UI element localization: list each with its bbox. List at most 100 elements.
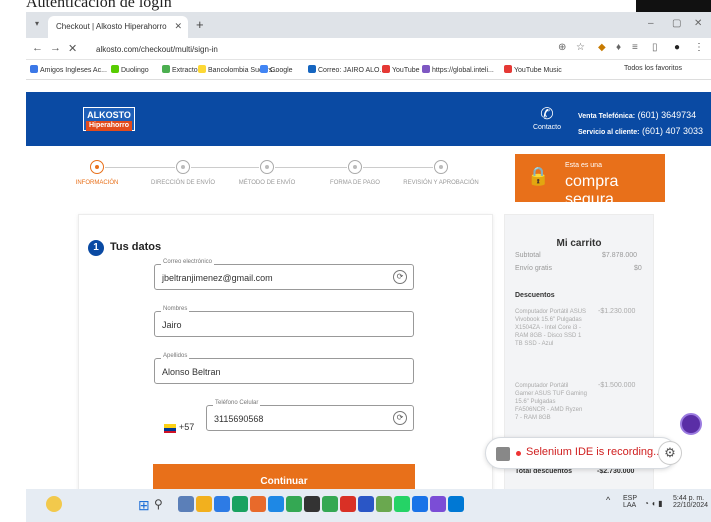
lastname-value: Alonso Beltran xyxy=(162,367,221,377)
section-title: Tus datos xyxy=(110,241,162,253)
address-bar: ← → ✕ alkosto.com/checkout/multi/sign-in… xyxy=(26,38,711,60)
checkout-step[interactable]: INFORMACIÓN xyxy=(52,160,142,186)
contact-link[interactable]: ✆ Contacto xyxy=(531,104,563,131)
maximize-icon[interactable]: ▢ xyxy=(672,18,681,29)
bookmark-item[interactable]: https://global.inteli... xyxy=(422,65,494,74)
lastname-label: Apellidos xyxy=(161,353,190,359)
windows-start-icon[interactable]: ⊞ xyxy=(138,497,150,514)
extension-fox-icon[interactable]: ◆ xyxy=(598,42,606,53)
step-label: MÉTODO DE ENVÍO xyxy=(238,180,296,186)
bookmark-star-icon[interactable]: ☆ xyxy=(576,42,585,53)
new-tab-icon[interactable]: + xyxy=(196,17,204,32)
taskbar-app-icon[interactable] xyxy=(322,496,338,512)
checkout-step[interactable]: REVISIÓN Y APROBACIÓN xyxy=(396,160,486,186)
bookmark-item[interactable]: Google xyxy=(260,65,293,74)
name-field[interactable]: Nombres Jairo xyxy=(154,306,414,337)
taskbar-app-icon[interactable] xyxy=(394,496,410,512)
bookmark-item[interactable]: Extracto xyxy=(162,65,198,74)
discount-item-desc: Computador Portátil ASUS Vivobook 15.6" … xyxy=(515,309,587,347)
alkosto-logo[interactable]: ALKOSTO Hiperahorro xyxy=(83,107,135,131)
menu-lines-icon[interactable]: ≡ xyxy=(632,42,638,53)
all-bookmarks-link[interactable]: Todos los favoritos xyxy=(624,65,682,72)
floating-assistant-icon[interactable] xyxy=(680,413,702,435)
taskbar-app-icon[interactable] xyxy=(178,496,194,512)
subtotal-value: $7.878.000 xyxy=(602,252,638,259)
clock-time: 5:44 p. m. xyxy=(673,495,705,502)
taskbar-app-icon[interactable] xyxy=(232,496,248,512)
selenium-recording-banner[interactable]: Selenium IDE is recording... xyxy=(485,437,677,469)
step-label: INFORMACIÓN xyxy=(75,180,119,186)
taskbar-app-icon[interactable] xyxy=(268,496,284,512)
step-dot-icon xyxy=(176,160,190,174)
back-icon[interactable]: ← xyxy=(32,42,43,54)
bookmark-item[interactable]: YouTube Music xyxy=(504,65,562,74)
name-label: Nombres xyxy=(161,306,190,312)
colombia-flag-icon[interactable] xyxy=(164,424,176,433)
search-icon[interactable]: ⚲ xyxy=(154,497,163,511)
refresh-icon[interactable]: ⟳ xyxy=(393,270,407,284)
bookmark-item[interactable]: Amigos Ingleses Ac... xyxy=(30,65,107,74)
taskbar-app-icon[interactable] xyxy=(358,496,374,512)
email-field[interactable]: Correo electrónico jbeltranjimenez@gmail… xyxy=(154,259,414,290)
translate-icon[interactable]: ⊕ xyxy=(558,42,566,53)
secure-purchase-banner: 🔒 Esta es una compra segura xyxy=(515,154,665,208)
taskbar-app-icon[interactable] xyxy=(250,496,266,512)
extensions-icon[interactable]: ♦ xyxy=(616,42,621,53)
forward-icon[interactable]: → xyxy=(50,42,61,54)
phone-field[interactable]: Teléfono Celular 3115690568 ⟳ xyxy=(206,400,414,431)
taskbar-app-icon[interactable] xyxy=(340,496,356,512)
bookmark-label: https://global.inteli... xyxy=(432,67,494,74)
taskbar-app-icon[interactable] xyxy=(286,496,302,512)
selenium-text: Selenium IDE is recording... xyxy=(526,446,663,458)
name-value: Jairo xyxy=(162,320,182,330)
taskbar-app-icon[interactable] xyxy=(376,496,392,512)
tab-checkout[interactable]: Checkout | Alkosto Hiperahorro ✕ xyxy=(48,16,188,38)
lastname-field[interactable]: Apellidos Alonso Beltran xyxy=(154,353,414,384)
bookmark-label: YouTube Music xyxy=(514,67,562,74)
refresh-icon[interactable]: ⟳ xyxy=(393,411,407,425)
tab-menu-icon[interactable]: ▾ xyxy=(31,18,43,30)
kebab-menu-icon[interactable]: ⋮ xyxy=(694,42,704,53)
bookmark-item[interactable]: Duolingo xyxy=(111,65,149,74)
caption-strip: Autenticación de login xyxy=(0,0,711,12)
taskbar-app-icon[interactable] xyxy=(430,496,446,512)
profile-icon[interactable]: ● xyxy=(674,42,680,53)
logo-main: ALKOSTO xyxy=(87,110,131,120)
url-field[interactable]: alkosto.com/checkout/multi/sign-in xyxy=(88,42,558,57)
minimize-icon[interactable]: – xyxy=(648,18,654,29)
network-volume-icon[interactable]: ◔ ◖ ▮ xyxy=(644,499,663,508)
taskbar-app-icon[interactable] xyxy=(448,496,464,512)
caption-text: Autenticación de login xyxy=(26,0,172,11)
phone-prefix[interactable]: +57 xyxy=(179,422,194,432)
language-indicator[interactable]: ESP LAA xyxy=(623,495,637,509)
bookmark-item[interactable]: Correo: JAIRO ALO... xyxy=(308,65,385,74)
close-tab-icon[interactable]: ✕ xyxy=(174,21,182,32)
step-dot-icon xyxy=(434,160,448,174)
lang-code: ESP xyxy=(623,495,638,502)
subtotal-label: Subtotal xyxy=(515,252,541,259)
gear-icon[interactable]: ⚙ xyxy=(658,441,682,465)
bookmark-label: Correo: JAIRO ALO... xyxy=(318,67,386,74)
checkout-step[interactable]: DIRECCIÓN DE ENVÍO xyxy=(138,160,228,186)
window-close-icon[interactable]: ✕ xyxy=(694,18,702,29)
weather-icon[interactable] xyxy=(46,496,62,512)
taskbar-app-icon[interactable] xyxy=(304,496,320,512)
taskbar-app-icon[interactable] xyxy=(214,496,230,512)
bookmark-favicon-icon xyxy=(382,65,390,73)
email-label: Correo electrónico xyxy=(161,259,215,265)
lang-code-2: LAA xyxy=(623,502,637,509)
phone-icon: ✆ xyxy=(540,106,554,123)
checkout-step[interactable]: MÉTODO DE ENVÍO xyxy=(222,160,312,186)
bookmark-favicon-icon xyxy=(111,65,119,73)
taskbar-app-icon[interactable] xyxy=(412,496,428,512)
taskbar-app-icon[interactable] xyxy=(196,496,212,512)
clock[interactable]: 5:44 p. m. 22/10/2024 xyxy=(673,495,708,509)
bookmark-favicon-icon xyxy=(308,65,316,73)
continue-button[interactable]: Continuar xyxy=(153,464,415,489)
checkout-step[interactable]: FORMA DE PAGO xyxy=(310,160,400,186)
sidebar-icon[interactable]: ▯ xyxy=(652,42,658,53)
reload-icon[interactable]: ✕ xyxy=(68,42,77,55)
phone-label: Teléfono Celular xyxy=(213,400,261,406)
tray-chevron-icon[interactable]: ^ xyxy=(606,495,610,505)
bookmark-item[interactable]: YouTube xyxy=(382,65,420,74)
